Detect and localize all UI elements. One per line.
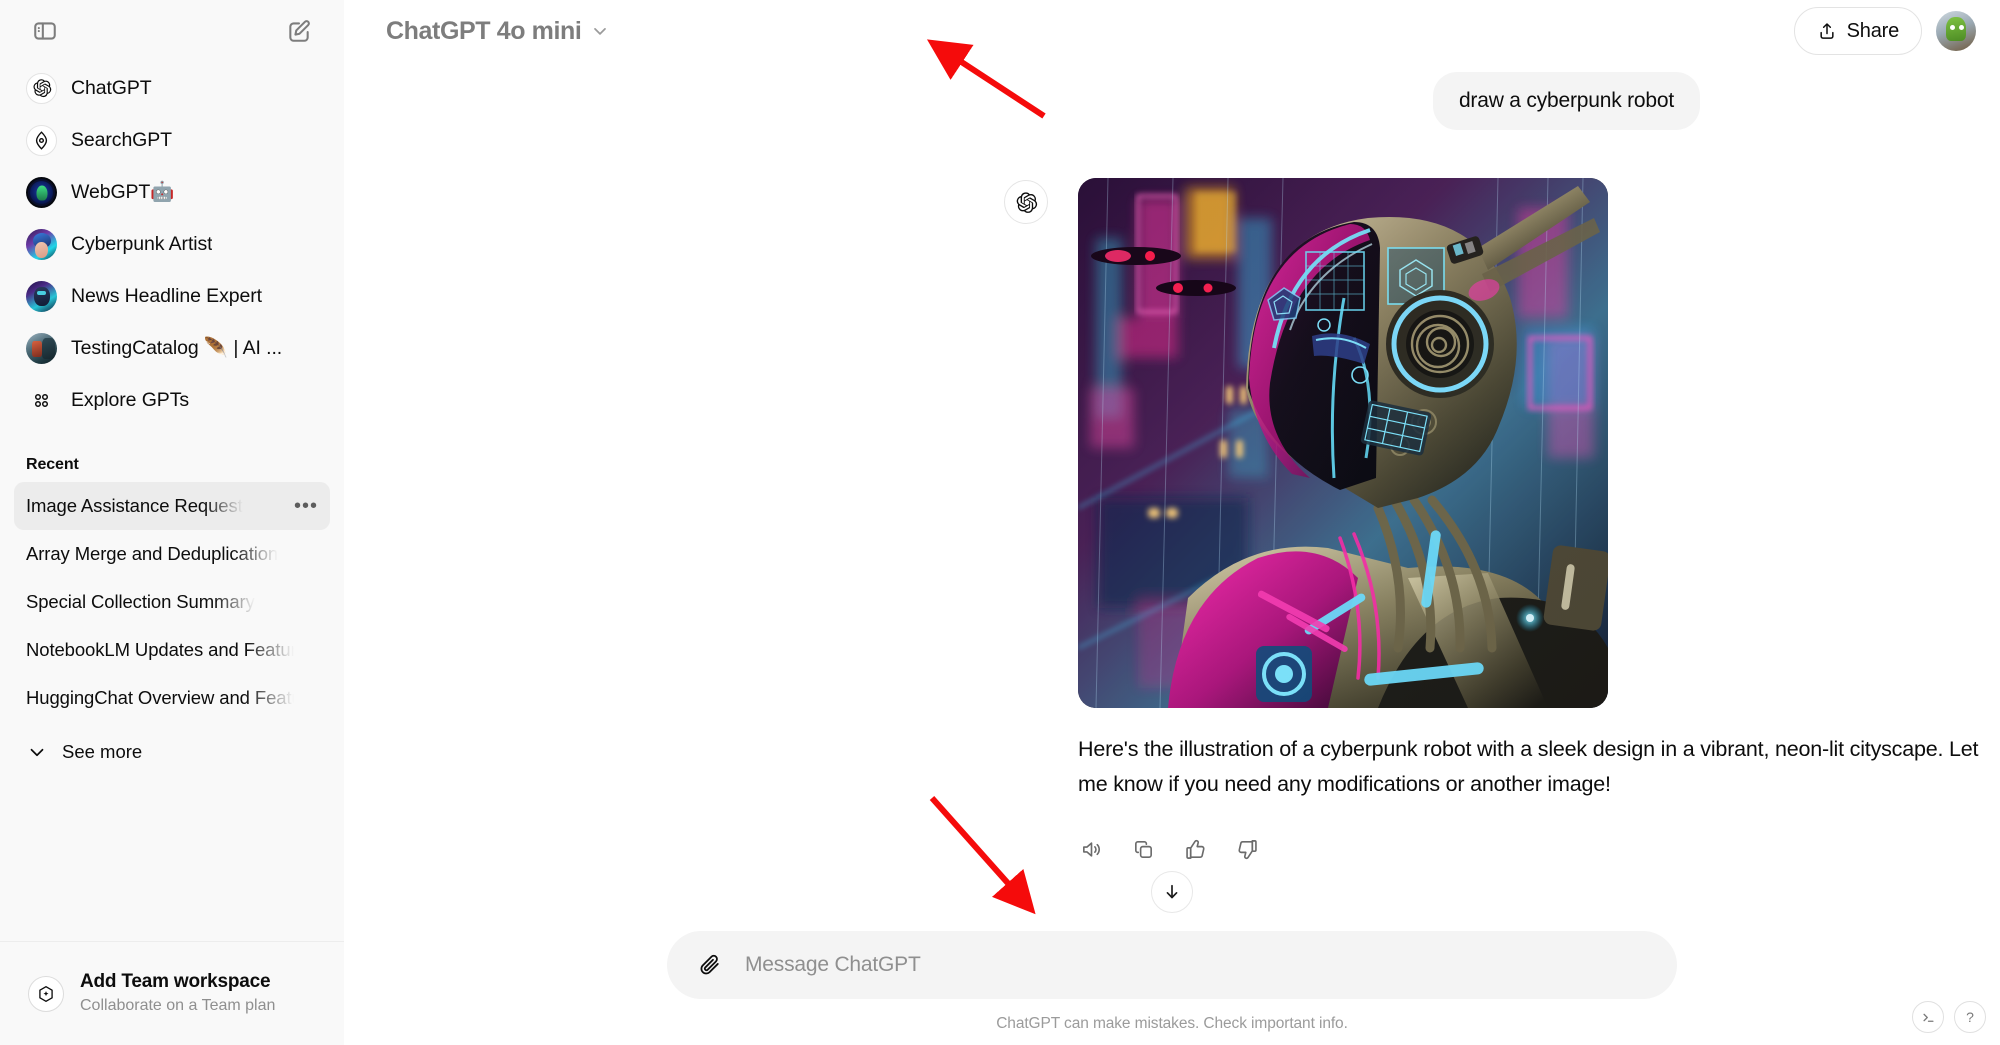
sidebar-item-explore-gpts[interactable]: Explore GPTs	[14, 374, 330, 426]
sidebar-item-webgpt[interactable]: WebGPT🤖	[14, 166, 330, 218]
disclaimer-text: ChatGPT can make mistakes. Check importa…	[996, 1015, 1348, 1032]
arrow-down-icon	[1166, 884, 1178, 899]
top-bar: ChatGPT 4o mini Share	[344, 0, 2000, 62]
user-message-bubble: draw a cyberpunk robot	[1432, 72, 1700, 131]
attach-file-button[interactable]	[693, 948, 727, 982]
sidebar-item-label: WebGPT🤖	[71, 181, 175, 203]
assistant-message-row: Here's the illustration of a cyberpunk r…	[344, 130, 2000, 870]
help-glyph: ?	[1966, 1009, 1974, 1025]
list-item[interactable]: Image Assistance Request •••	[14, 482, 330, 530]
message-composer[interactable]	[667, 931, 1677, 999]
list-item[interactable]: Special Collection Summary	[14, 578, 330, 626]
chatgpt-app: ChatGPT SearchGPT WebGPT🤖 Cyberpunk Arti…	[0, 0, 2000, 1045]
thumbs-up-button[interactable]	[1174, 828, 1216, 870]
team-subtitle: Collaborate on a Team plan	[80, 997, 276, 1015]
share-button[interactable]: Share	[1793, 7, 1922, 55]
share-label: Share	[1846, 19, 1900, 42]
user-message-text: draw a cyberpunk robot	[1458, 89, 1674, 112]
corner-tools: ?	[1912, 1001, 1986, 1033]
top-bar-actions: Share	[1793, 7, 1976, 55]
user-message-row: draw a cyberpunk robot	[344, 62, 2000, 131]
model-selector[interactable]: ChatGPT 4o mini	[374, 10, 622, 53]
share-upload-icon	[1820, 23, 1834, 39]
sidebar-header	[0, 0, 344, 62]
sidebar: ChatGPT SearchGPT WebGPT🤖 Cyberpunk Arti…	[0, 0, 344, 1045]
assistant-message-body: Here's the illustration of a cyberpunk r…	[1078, 178, 2000, 870]
team-title: Add Team workspace	[80, 971, 271, 993]
sidebar-footer: Add Team workspace Collaborate on a Team…	[0, 941, 344, 1045]
copy-icon	[1134, 840, 1152, 858]
chevron-down-icon	[30, 748, 44, 757]
sparkle-hex-icon	[28, 975, 64, 1012]
sidebar-item-label: News Headline Expert	[71, 284, 262, 307]
sidebar-item-label: SearchGPT	[71, 128, 172, 151]
list-item[interactable]: HuggingChat Overview and Features	[14, 674, 330, 722]
terminal-icon	[1922, 1013, 1934, 1022]
chat-title: Special Collection Summary	[26, 591, 255, 612]
assistant-message-text: Here's the illustration of a cyberpunk r…	[1078, 737, 1979, 797]
search-input[interactable]	[745, 953, 1651, 977]
generated-image[interactable]	[1078, 178, 1608, 709]
see-more-button[interactable]: See more	[14, 728, 330, 776]
sidebar-item-cyberpunk-artist[interactable]: Cyberpunk Artist	[14, 218, 330, 270]
chevron-down-icon	[594, 28, 607, 35]
thumbs-down-icon	[1237, 839, 1257, 859]
sidebar-item-searchgpt[interactable]: SearchGPT	[14, 114, 330, 166]
sidebar-item-label: Explore GPTs	[71, 388, 190, 411]
main-area: ChatGPT 4o mini Share draw a cyberpunk r…	[344, 0, 2000, 1045]
chat-options-icon[interactable]: •••	[294, 496, 318, 516]
speaker-icon	[1082, 841, 1100, 857]
sidebar-item-testingcatalog[interactable]: TestingCatalog 🪶 | AI ...	[14, 322, 330, 374]
sidebar-item-chatgpt[interactable]: ChatGPT	[14, 62, 330, 114]
sidebar-item-label: Cyberpunk Artist	[71, 232, 213, 255]
compass-icon	[26, 124, 57, 156]
paperclip-icon	[700, 954, 719, 974]
see-more-label: See more	[62, 741, 143, 762]
sidebar-item-news-headline-expert[interactable]: News Headline Expert	[14, 270, 330, 322]
avatar[interactable]	[1936, 11, 1976, 51]
list-item[interactable]: NotebookLM Updates and Features	[14, 626, 330, 674]
chat-title: HuggingChat Overview and Features	[26, 687, 294, 708]
sidebar-scroll-area[interactable]: ChatGPT SearchGPT WebGPT🤖 Cyberpunk Arti…	[0, 62, 344, 941]
add-team-workspace-button[interactable]: Add Team workspace Collaborate on a Team…	[18, 962, 326, 1024]
console-button[interactable]	[1912, 1001, 1944, 1033]
page-title: ChatGPT 4o mini	[386, 16, 582, 45]
list-item[interactable]: Array Merge and Deduplication	[14, 530, 330, 578]
thumbs-down-button[interactable]	[1226, 828, 1268, 870]
chat-title: Array Merge and Deduplication	[26, 543, 279, 564]
webgpt-avatar	[26, 176, 57, 208]
compose-icon[interactable]	[280, 12, 318, 50]
copy-button[interactable]	[1122, 828, 1164, 870]
help-button[interactable]: ?	[1954, 1001, 1986, 1033]
chat-title: Image Assistance Request	[26, 495, 243, 516]
testingcatalog-avatar	[26, 332, 57, 364]
thumbs-up-icon	[1185, 839, 1205, 859]
message-actions	[1070, 828, 2000, 870]
cyberpunk-artist-avatar	[26, 228, 57, 260]
news-headline-expert-avatar	[26, 280, 57, 312]
chat-title: NotebookLM Updates and Features	[26, 639, 294, 660]
sidebar-item-label: TestingCatalog 🪶 | AI ...	[71, 337, 283, 359]
sidebar-toggle-icon[interactable]	[26, 12, 64, 50]
openai-logo-icon	[1004, 180, 1048, 225]
read-aloud-button[interactable]	[1070, 828, 1112, 870]
grid-icon	[26, 385, 57, 416]
sidebar-item-label: ChatGPT	[71, 76, 152, 99]
openai-logo-icon	[26, 72, 57, 104]
scroll-to-bottom-button[interactable]	[1151, 871, 1193, 913]
recent-section-label: Recent	[26, 456, 79, 473]
composer-area: ChatGPT can make mistakes. Check importa…	[344, 871, 2000, 1045]
